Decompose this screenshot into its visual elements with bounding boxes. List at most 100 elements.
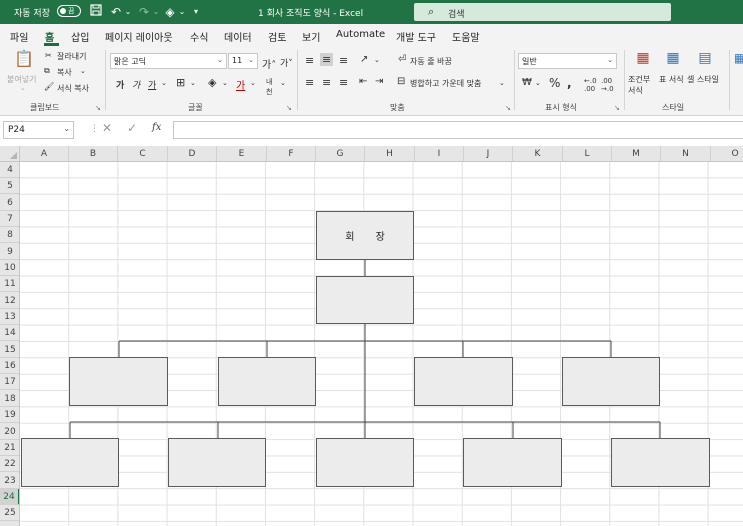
- tab-page-layout[interactable]: 페이지 레이아웃: [105, 29, 173, 44]
- italic-icon[interactable]: 가: [132, 78, 140, 91]
- row-header[interactable]: 7: [0, 211, 19, 227]
- row-header[interactable]: 11: [0, 276, 19, 292]
- percent-icon[interactable]: %: [549, 76, 560, 90]
- increase-decimal-icon[interactable]: ←.0.00: [584, 77, 597, 93]
- decrease-font-icon[interactable]: 가˅: [280, 56, 293, 69]
- fill-color-icon[interactable]: ◈: [208, 76, 216, 89]
- column-header-j[interactable]: J: [464, 146, 513, 161]
- tab-help[interactable]: 도움말: [452, 29, 480, 44]
- row-header[interactable]: 5: [0, 178, 19, 194]
- column-header-i[interactable]: I: [415, 146, 464, 161]
- column-header-a[interactable]: A: [20, 146, 69, 161]
- column-header-b[interactable]: B: [69, 146, 118, 161]
- phonetic-icon[interactable]: 내천: [266, 77, 272, 97]
- tab-formulas[interactable]: 수식: [190, 29, 208, 44]
- wrap-text-icon[interactable]: ⏎: [398, 54, 406, 65]
- conditional-formatting-button[interactable]: 조건부 서식: [628, 74, 658, 96]
- merge-dropdown-icon[interactable]: ⌄: [499, 79, 505, 87]
- orientation-icon[interactable]: ↗: [360, 54, 368, 65]
- org-box-level-4[interactable]: [316, 438, 414, 487]
- font-launcher-icon[interactable]: ↘: [286, 104, 292, 112]
- autosave-toggle[interactable]: 끔: [57, 5, 81, 17]
- merge-center-button[interactable]: 병합하고 가운데 맞춤: [410, 78, 481, 89]
- paste-dropdown-icon[interactable]: ⌄: [20, 84, 26, 92]
- column-header-m[interactable]: M: [612, 146, 661, 161]
- increase-indent-icon[interactable]: ⇥: [375, 76, 383, 87]
- row-header[interactable]: 21: [0, 440, 19, 456]
- align-top-icon[interactable]: ≡: [305, 54, 314, 67]
- org-box-level-4[interactable]: [611, 438, 710, 487]
- column-header-o[interactable]: O: [711, 146, 743, 161]
- format-painter-icon[interactable]: 🖌: [44, 82, 54, 91]
- copy-button[interactable]: 복사: [57, 67, 72, 78]
- customize-toolbar-icon[interactable]: ▾: [188, 4, 204, 20]
- save-icon[interactable]: [88, 4, 104, 20]
- row-header[interactable]: 15: [0, 342, 19, 358]
- font-color-icon[interactable]: 가: [236, 77, 245, 92]
- font-name-select[interactable]: 맑은 고딕 ⌄: [110, 53, 227, 69]
- row-header[interactable]: 18: [0, 391, 19, 407]
- align-center-icon[interactable]: ≡: [322, 76, 331, 89]
- font-size-select[interactable]: 11 ⌄: [228, 53, 258, 69]
- row-header[interactable]: 6: [0, 195, 19, 211]
- row-header[interactable]: 25: [0, 505, 19, 521]
- insert-cells-icon[interactable]: ▦: [734, 50, 743, 70]
- formula-input[interactable]: [173, 121, 743, 139]
- org-box-level-4[interactable]: [168, 438, 266, 487]
- row-header[interactable]: 9: [0, 244, 19, 260]
- accounting-format-icon[interactable]: ₩: [522, 77, 532, 88]
- align-bottom-icon[interactable]: ≡: [339, 54, 348, 67]
- row-header[interactable]: 23: [0, 473, 19, 489]
- enter-icon[interactable]: ✓: [127, 121, 137, 135]
- row-header-selected[interactable]: 24: [0, 489, 19, 505]
- search-box[interactable]: ⌕ 검색: [414, 3, 671, 21]
- org-box-level-3[interactable]: [69, 357, 168, 406]
- tab-file[interactable]: 파일: [10, 29, 28, 44]
- row-header[interactable]: 17: [0, 374, 19, 390]
- cell-styles-button[interactable]: 셀 스타일: [687, 74, 721, 85]
- org-box-chairman[interactable]: 회 장: [316, 211, 414, 260]
- column-header-h[interactable]: H: [365, 146, 415, 161]
- border-icon[interactable]: ⊞: [176, 76, 185, 89]
- row-header[interactable]: 19: [0, 407, 19, 423]
- undo-dropdown-icon[interactable]: ⌄: [120, 4, 136, 20]
- format-painter-button[interactable]: 서식 복사: [57, 83, 89, 94]
- tab-automate[interactable]: Automate: [336, 29, 385, 40]
- row-header[interactable]: 10: [0, 260, 19, 276]
- row-header[interactable]: 4: [0, 162, 19, 178]
- row-header[interactable]: 14: [0, 325, 19, 341]
- org-box-level-2[interactable]: [316, 276, 414, 324]
- org-box-level-3[interactable]: [218, 357, 316, 406]
- alignment-launcher-icon[interactable]: ↘: [505, 104, 511, 112]
- border-dropdown-icon[interactable]: ⌄: [190, 79, 196, 87]
- insert-function-icon[interactable]: fx: [152, 122, 161, 133]
- comma-style-icon[interactable]: ,: [567, 76, 572, 90]
- row-header[interactable]: 13: [0, 309, 19, 325]
- underline-icon[interactable]: 가: [148, 78, 156, 91]
- wrap-text-button[interactable]: 자동 줄 바꿈: [410, 56, 452, 67]
- copy-dropdown-icon[interactable]: ⌄: [80, 67, 86, 75]
- row-header[interactable]: 8: [0, 227, 19, 243]
- merge-center-icon[interactable]: ⊟: [397, 76, 405, 87]
- org-box-level-3[interactable]: [414, 357, 513, 406]
- increase-font-icon[interactable]: 가˄: [262, 56, 276, 71]
- row-header[interactable]: 16: [0, 358, 19, 374]
- number-launcher-icon[interactable]: ↘: [614, 104, 620, 112]
- row-header[interactable]: 20: [0, 424, 19, 440]
- row-header[interactable]: 12: [0, 293, 19, 309]
- format-as-table-icon[interactable]: ▦: [663, 50, 683, 70]
- underline-dropdown-icon[interactable]: ⌄: [161, 79, 167, 87]
- tab-developer[interactable]: 개발 도구: [396, 29, 436, 44]
- paste-icon[interactable]: 📋: [14, 51, 34, 73]
- fill-color-dropdown-icon[interactable]: ⌄: [222, 79, 228, 87]
- column-header-c[interactable]: C: [118, 146, 168, 161]
- cut-button[interactable]: 잘라내기: [57, 51, 86, 62]
- tab-data[interactable]: 데이터: [224, 29, 252, 44]
- cut-icon[interactable]: ✂: [45, 51, 52, 60]
- column-header-k[interactable]: K: [513, 146, 563, 161]
- align-right-icon[interactable]: ≡: [339, 76, 348, 89]
- column-header-n[interactable]: N: [661, 146, 711, 161]
- align-middle-icon[interactable]: ≡: [320, 53, 334, 66]
- decrease-indent-icon[interactable]: ⇤: [359, 76, 367, 87]
- accounting-dropdown-icon[interactable]: ⌄: [535, 79, 541, 87]
